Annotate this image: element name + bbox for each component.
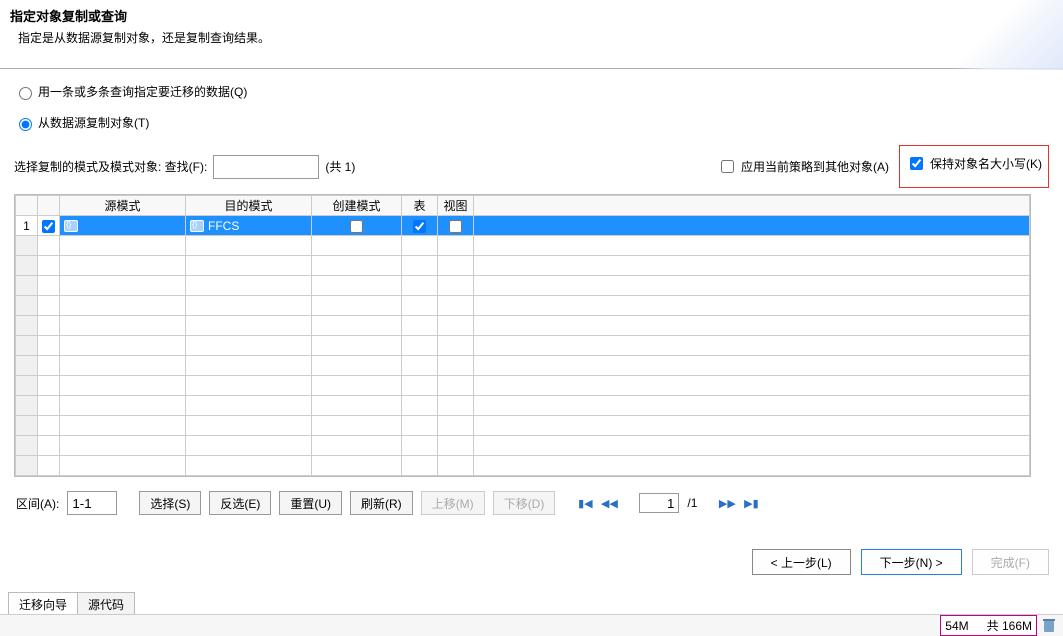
th-rownum	[16, 196, 38, 216]
th-last	[474, 196, 1030, 216]
bottom-controls: 区间(A): 选择(S) 反选(E) 重置(U) 刷新(R) 上移(M) 下移(…	[14, 477, 1049, 529]
mem-total: 166M	[1002, 619, 1032, 633]
table-row-empty	[16, 236, 1030, 256]
schema-icon	[64, 220, 78, 232]
table-row-empty	[16, 396, 1030, 416]
keep-case-group[interactable]: 保持对象名大小写(K)	[906, 154, 1042, 173]
row-checkbox[interactable]	[42, 220, 55, 233]
apply-other-label: 应用当前策略到其他对象(A)	[741, 158, 889, 175]
keep-case-checkbox[interactable]	[910, 157, 923, 170]
table-row-empty	[16, 296, 1030, 316]
first-page-icon[interactable]: ▮◀	[577, 495, 593, 511]
range-label: 区间(A):	[16, 495, 59, 512]
table-row-empty	[16, 356, 1030, 376]
view-checkbox[interactable]	[449, 220, 462, 233]
th-view[interactable]: 视图	[438, 196, 474, 216]
create-cell[interactable]	[312, 216, 402, 236]
range-input[interactable]	[67, 491, 117, 515]
tabs-row: 迁移向导 源代码	[0, 591, 1063, 616]
search-label: 选择复制的模式及模式对象: 查找(F):	[14, 158, 207, 175]
keep-case-label: 保持对象名大小写(K)	[930, 155, 1042, 172]
page-input[interactable]	[639, 493, 679, 513]
select-button[interactable]: 选择(S)	[139, 491, 201, 515]
page-total: /1	[687, 496, 697, 510]
empty-cell	[474, 216, 1030, 236]
moveup-button[interactable]: 上移(M)	[421, 491, 485, 515]
wizard-header: 指定对象复制或查询 指定是从数据源复制对象，还是复制查询结果。	[0, 0, 1063, 58]
reset-button[interactable]: 重置(U)	[279, 491, 342, 515]
table-row-empty	[16, 256, 1030, 276]
table-header: 源模式 目的模式 创建模式 表 视图	[16, 196, 1030, 216]
memory-indicator[interactable]: 54M 共 166M	[940, 615, 1037, 636]
row-number: 1	[16, 216, 38, 236]
table-row-empty	[16, 456, 1030, 476]
table-checkbox[interactable]	[413, 220, 426, 233]
src-schema-cell[interactable]	[60, 216, 186, 236]
apply-other-group[interactable]: 应用当前策略到其他对象(A)	[717, 157, 889, 176]
table-body: 1 FFCS	[16, 216, 1030, 476]
table-row-empty	[16, 336, 1030, 356]
next-step-button[interactable]: 下一步(N) >	[861, 549, 962, 575]
create-checkbox[interactable]	[350, 220, 363, 233]
trash-icon[interactable]	[1043, 619, 1055, 633]
radio-copy[interactable]	[19, 118, 32, 131]
apply-other-checkbox[interactable]	[721, 160, 734, 173]
th-check	[38, 196, 60, 216]
wizard-buttons: < 上一步(L) 下一步(N) > 完成(F)	[0, 529, 1063, 589]
radio-copy-row[interactable]: 从数据源复制对象(T)	[14, 114, 1049, 131]
keep-case-highlight: 保持对象名大小写(K)	[899, 145, 1049, 188]
table-row-empty	[16, 316, 1030, 336]
th-src[interactable]: 源模式	[60, 196, 186, 216]
tab-source[interactable]: 源代码	[77, 592, 135, 616]
content-area: 用一条或多条查询指定要迁移的数据(Q) 从数据源复制对象(T) 选择复制的模式及…	[0, 69, 1063, 529]
schema-icon	[190, 220, 204, 232]
th-dst[interactable]: 目的模式	[186, 196, 312, 216]
radio-query-label: 用一条或多条查询指定要迁移的数据(Q)	[38, 83, 247, 100]
th-table[interactable]: 表	[402, 196, 438, 216]
finish-button[interactable]: 完成(F)	[972, 549, 1049, 575]
radio-query[interactable]	[19, 87, 32, 100]
table-row-empty	[16, 376, 1030, 396]
statusbar: 54M 共 166M	[0, 614, 1063, 636]
mem-sep: 共	[987, 619, 999, 633]
table-row[interactable]: 1 FFCS	[16, 216, 1030, 236]
schema-table: 源模式 目的模式 创建模式 表 视图 1 FFCS	[14, 194, 1031, 477]
refresh-button[interactable]: 刷新(R)	[350, 491, 413, 515]
last-page-icon[interactable]: ▶▮	[743, 495, 759, 511]
search-input[interactable]	[213, 155, 319, 179]
radio-query-row[interactable]: 用一条或多条查询指定要迁移的数据(Q)	[14, 83, 1049, 100]
count-label: (共 1)	[325, 158, 355, 175]
radio-copy-label: 从数据源复制对象(T)	[38, 114, 149, 131]
movedown-button[interactable]: 下移(D)	[493, 491, 556, 515]
table-row-empty	[16, 276, 1030, 296]
page-subtitle: 指定是从数据源复制对象，还是复制查询结果。	[10, 29, 1053, 46]
th-create[interactable]: 创建模式	[312, 196, 402, 216]
options-row: 选择复制的模式及模式对象: 查找(F): (共 1) 应用当前策略到其他对象(A…	[14, 145, 1049, 188]
prev-step-button[interactable]: < 上一步(L)	[752, 549, 851, 575]
row-check-cell[interactable]	[38, 216, 60, 236]
prev-page-icon[interactable]: ◀◀	[601, 495, 617, 511]
invert-button[interactable]: 反选(E)	[209, 491, 271, 515]
table-row-empty	[16, 416, 1030, 436]
next-page-icon[interactable]: ▶▶	[719, 495, 735, 511]
page-title: 指定对象复制或查询	[10, 6, 1053, 25]
table-row-empty	[16, 436, 1030, 456]
dst-schema-cell[interactable]: FFCS	[186, 216, 312, 236]
view-cell[interactable]	[438, 216, 474, 236]
table-cell[interactable]	[402, 216, 438, 236]
mem-used: 54M	[945, 619, 968, 633]
